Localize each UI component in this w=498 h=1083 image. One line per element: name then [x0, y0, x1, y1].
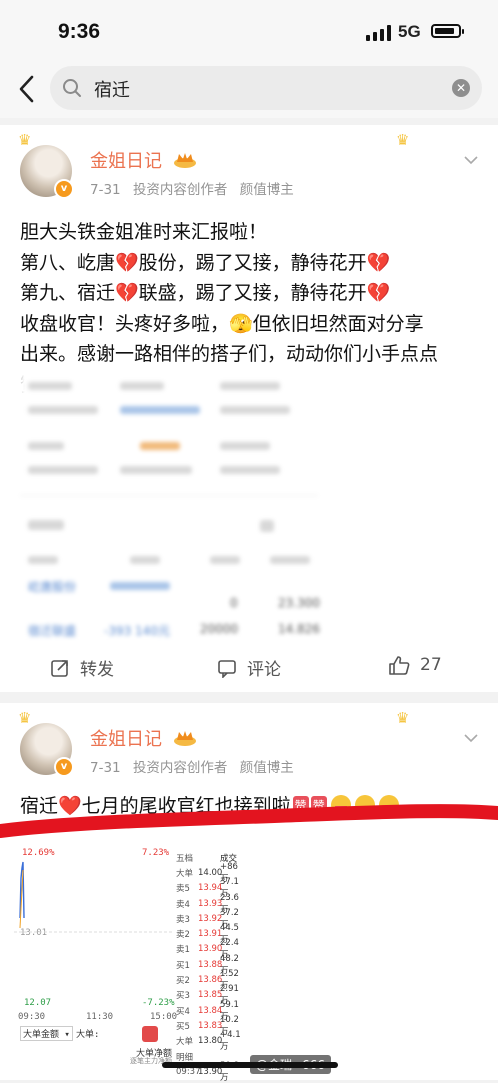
repost-label[interactable]: 转发	[80, 655, 114, 680]
post-line: 胆大头铁金姐准时来汇报啦！	[20, 221, 268, 243]
holding-qty: 20000	[200, 622, 239, 636]
row-price: 13.92	[198, 913, 223, 924]
holding-name: 屹唐股份	[28, 580, 77, 594]
row-price: 13.94	[198, 883, 223, 894]
back-arrow-icon[interactable]	[14, 72, 40, 106]
post-card[interactable]: ♛ ♛ v 金姐日记 7-31 投资内容创作者 颜值博主 宿迁❤️七月的尾收官红…	[0, 703, 498, 1083]
chart-label: 7.23%	[142, 848, 170, 858]
order-book: 五档 成交 大单 14.00 +86万 卖5 13.94 37.1万 卖4 13.93 23.6…	[176, 850, 248, 1083]
post-line: 第九、宿迁💔联盛，踢了又接，静待花开💔	[20, 282, 391, 304]
row-price: 13.91	[198, 929, 223, 940]
row-price: 13.80	[198, 1036, 223, 1047]
row-price: 13.84	[198, 1005, 223, 1016]
row-label: 买4	[176, 1006, 190, 1017]
row-price: 13.85	[198, 990, 223, 1001]
row-label: 卖2	[176, 930, 190, 941]
row-price: 13.93	[198, 898, 223, 909]
order-book-row: 大单 13.80 +4.1万	[176, 1030, 248, 1052]
comment-button[interactable]: 评论	[217, 655, 281, 680]
status-bar: 9:36 5G	[0, 0, 498, 60]
post-meta: 7-31 投资内容创作者 颜值博主	[90, 178, 302, 198]
repost-button[interactable]: 转发	[50, 655, 114, 680]
repost-icon	[51, 659, 68, 677]
network-type: 5G	[398, 22, 421, 41]
row-label: 卖4	[176, 899, 190, 910]
status-time: 9:36	[58, 20, 101, 43]
like-count[interactable]: 27	[420, 655, 442, 675]
price-line	[14, 861, 174, 933]
search-icon	[63, 79, 81, 97]
holding-cost: 14.826	[278, 622, 320, 636]
like-button[interactable]: 27	[388, 655, 442, 675]
battery-level	[435, 28, 454, 34]
crown-deco-icon: ♛	[18, 131, 32, 149]
thumbs-up-icon	[389, 656, 410, 675]
header-cell[interactable]: 五档	[176, 852, 198, 864]
vip-crown-icon	[173, 153, 196, 168]
time-label: 11:30	[86, 1012, 114, 1022]
row-price: 13.88	[198, 959, 223, 970]
post-line: 出来。感谢一路相伴的搭子们，动动你们小手点点	[20, 343, 439, 365]
avatar[interactable]: v	[20, 145, 74, 199]
row-label: 卖1	[176, 945, 190, 956]
row-label: 买2	[176, 976, 190, 987]
row-label: 大单	[176, 1037, 194, 1048]
row-label: 买3	[176, 991, 190, 1002]
search-input[interactable]: 宿迁 ✕	[50, 66, 482, 110]
red-highlight-stroke	[0, 804, 498, 838]
row-label: 买5	[176, 1021, 190, 1032]
search-header: 宿迁 ✕	[0, 60, 498, 118]
battery-icon	[431, 24, 464, 38]
holding-price: 23.300	[278, 596, 320, 610]
holding-pl: -393 140元	[104, 624, 170, 638]
time-label: 09:30	[18, 1012, 46, 1022]
row-price: 13.90	[198, 1066, 223, 1077]
home-indicator	[162, 1062, 338, 1068]
row-label: 买1	[176, 960, 190, 971]
crown-deco-icon: ♛	[396, 131, 410, 149]
control-dropdown[interactable]: 大单金额 ▾	[20, 1026, 73, 1041]
blurred-portfolio-image[interactable]: 屹唐股份 0 23.300 宿迁联盛 -393 140元 20000 14.82…	[20, 370, 320, 640]
post-card[interactable]: ♛ ♛ v 金姐日记 7-31 投资内容创作者 颜值博主 胆大头铁金姐准时来汇报…	[0, 125, 498, 692]
row-label: 明细	[176, 1052, 194, 1063]
comment-icon	[218, 659, 236, 678]
control-label: 大单:	[76, 1030, 100, 1040]
intraday-chart: 12.69% 7.23% 13.01 12.07 -7.23% 09:30 11…	[14, 848, 178, 1065]
holding-name: 宿迁联盛	[28, 624, 77, 638]
author-tag: 投资内容创作者	[132, 182, 228, 198]
row-label: 大单	[176, 868, 194, 879]
post-line: 第八、屹唐💔股份，踢了又接，静待花开💔	[20, 251, 391, 274]
verified-icon: v	[54, 179, 74, 199]
search-query[interactable]: 宿迁	[94, 76, 130, 102]
author-tag: 颜值博主	[239, 182, 294, 198]
row-price: 13.83	[198, 1020, 223, 1031]
row-price: 13.86	[198, 975, 223, 986]
author-name[interactable]: 金姐日记	[90, 147, 198, 173]
chevron-down-icon[interactable]	[464, 153, 478, 167]
time-label: 15:00	[150, 1012, 178, 1022]
row-label: 09:37	[176, 1066, 201, 1077]
stock-screenshot[interactable]: 12.69% 7.23% 13.01 12.07 -7.23% 09:30 11…	[0, 848, 498, 1083]
chart-label: 12.69%	[22, 848, 55, 858]
post-date: 7-31	[90, 182, 121, 198]
row-volume: +4.1万	[220, 1030, 241, 1053]
post-actions: 转发 评论 27	[0, 645, 498, 691]
app-logo-icon	[142, 1026, 158, 1042]
row-price: 14.00	[198, 867, 223, 878]
holding-value: 0	[230, 596, 238, 610]
comment-label[interactable]: 评论	[247, 655, 281, 680]
row-label: 卖5	[176, 884, 190, 895]
signal-icon	[366, 25, 391, 41]
row-price: 13.90	[198, 944, 223, 955]
post-line: 收盘收官！头疼好多啦，🫣但依旧坦然面对分享	[20, 312, 424, 335]
row-label: 卖3	[176, 914, 190, 925]
author-name-text[interactable]: 金姐日记	[90, 151, 162, 172]
clear-icon[interactable]: ✕	[452, 79, 470, 97]
